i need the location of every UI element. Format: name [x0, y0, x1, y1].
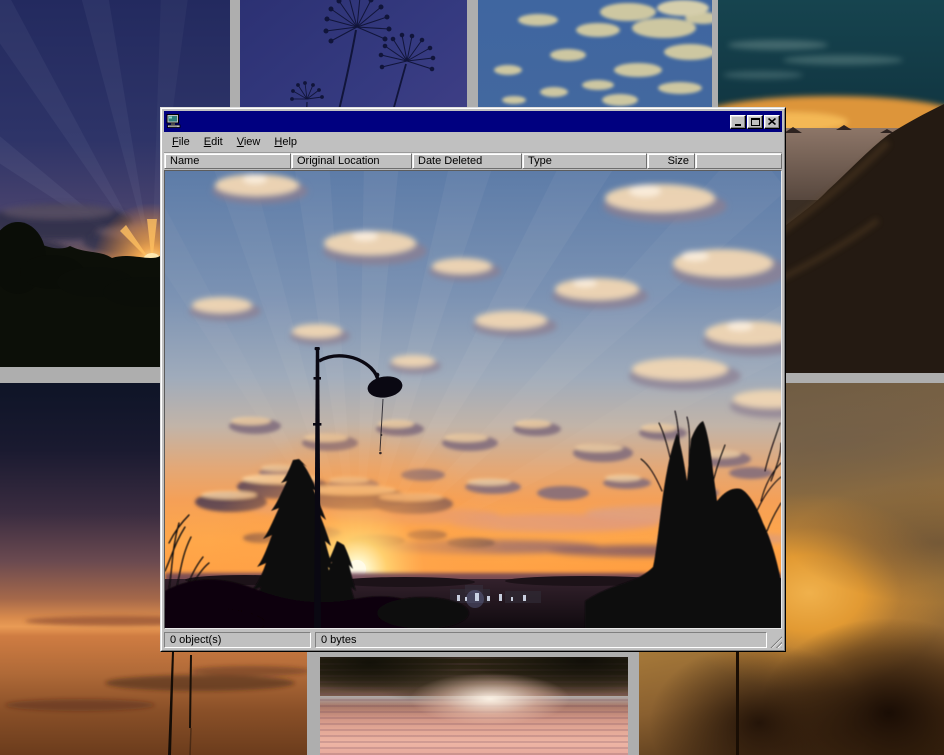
menu-item-file[interactable]: File [166, 134, 196, 150]
plant-stem-silhouette [736, 651, 739, 755]
column-header-date-deleted[interactable]: Date Deleted [412, 153, 522, 169]
column-headers: Name Original Location Date Deleted Type… [164, 153, 782, 170]
status-object-count: 0 object(s) [164, 632, 311, 648]
menu-item-edit[interactable]: Edit [198, 134, 229, 150]
column-header-name[interactable]: Name [164, 153, 291, 169]
menu-item-help[interactable]: Help [268, 134, 303, 150]
sunset-photo [165, 171, 781, 629]
close-button[interactable] [764, 115, 780, 129]
file-list-area[interactable] [164, 170, 782, 629]
wallpaper-tile-water-reflection [320, 657, 628, 755]
column-header-size[interactable]: Size [647, 153, 695, 169]
status-bar: 0 object(s) 0 bytes [164, 629, 782, 648]
desktop: File Edit View Help Name Original Locati… [0, 0, 944, 755]
maximize-icon [751, 118, 760, 126]
maximize-button[interactable] [747, 115, 763, 129]
menu-item-view[interactable]: View [231, 134, 267, 150]
column-header-original-location[interactable]: Original Location [291, 153, 412, 169]
column-header-type[interactable]: Type [522, 153, 647, 169]
menubar: File Edit View Help [164, 132, 782, 153]
computer-icon [166, 114, 182, 129]
status-total-size: 0 bytes [315, 632, 767, 648]
close-icon [768, 118, 776, 125]
minimize-button[interactable] [730, 115, 746, 129]
recycle-bin-window: File Edit View Help Name Original Locati… [160, 107, 786, 652]
titlebar[interactable] [164, 111, 782, 132]
minimize-icon [735, 124, 741, 126]
resize-grip[interactable] [769, 635, 782, 648]
column-header-blank[interactable] [695, 153, 782, 169]
